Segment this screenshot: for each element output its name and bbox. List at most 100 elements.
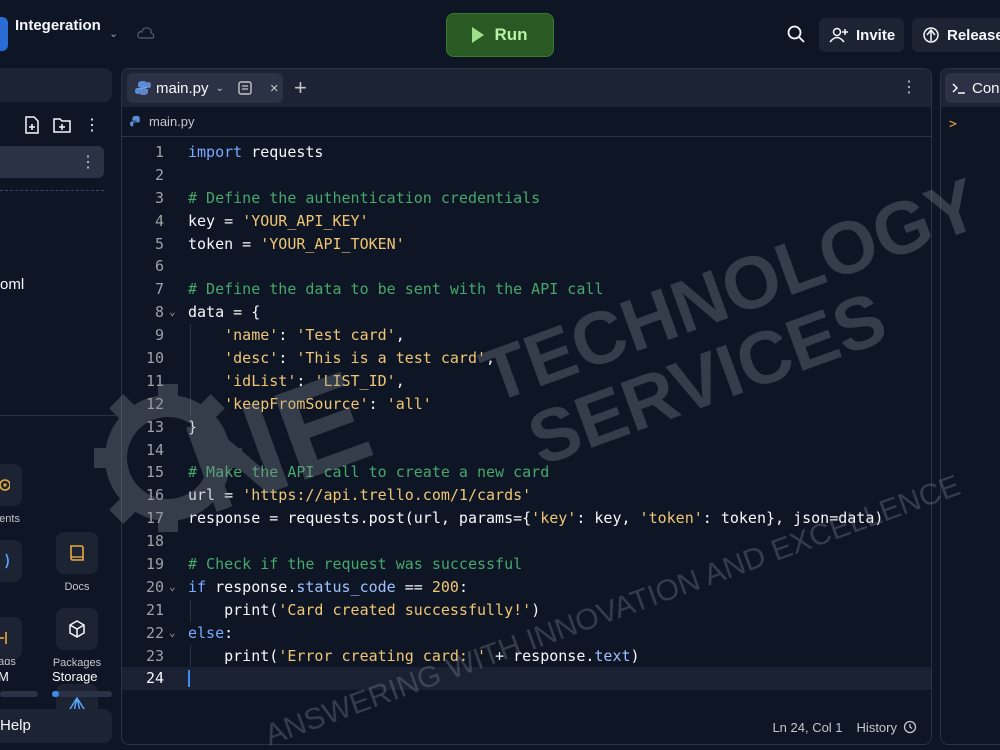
code-line[interactable]: 10 'desc': 'This is a test card', — [122, 347, 931, 370]
code-text: 'name': 'Test card', — [224, 326, 405, 345]
line-number: 5 — [154, 234, 164, 253]
app-name[interactable]: Integeration — [15, 17, 101, 34]
code-text: 'keepFromSource': 'all' — [224, 394, 432, 413]
code-line[interactable]: 11 'idList': 'LIST_ID', — [122, 369, 931, 393]
help-label: Help — [0, 717, 31, 734]
code-line[interactable]: 23 print('Error creating card: ' + respo… — [122, 644, 931, 668]
close-icon[interactable]: × — [270, 80, 279, 97]
code-area[interactable]: 1 import requests 2 3 # Define the authentic… — [122, 141, 931, 691]
code-line[interactable]: 3 # Define the authentication credentials — [122, 187, 931, 210]
console-tab-bar: Cons — [941, 69, 1000, 107]
divider — [0, 415, 116, 416]
code-line[interactable]: 24 — [122, 667, 931, 691]
divider — [0, 190, 104, 191]
more-icon[interactable]: ⋮ — [901, 77, 917, 97]
code-text: print('Error creating card: ' + response… — [188, 646, 640, 665]
add-tab-icon[interactable]: + — [294, 75, 307, 101]
file-options-icon[interactable]: ⋮ — [80, 152, 96, 172]
selected-file-row[interactable]: ⋮ — [0, 146, 104, 178]
code-line[interactable]: 12 'keepFromSource': 'all' — [122, 392, 931, 416]
new-folder-icon[interactable] — [53, 117, 71, 133]
console-tab-label: Cons — [972, 79, 1000, 97]
code-line[interactable]: 15 # Make the API call to create a new ca… — [122, 461, 931, 484]
fold-chevron-icon[interactable]: ⌄ — [169, 576, 176, 599]
line-number: 17 — [145, 509, 164, 528]
fold-chevron-icon[interactable]: ⌄ — [169, 622, 176, 645]
code-line[interactable]: 19 # Check if the request was successful — [122, 553, 931, 576]
code-line[interactable]: 9 'name': 'Test card', — [122, 324, 931, 348]
deploy-icon — [923, 27, 939, 43]
code-line[interactable]: 20 ⌄ if response.status_code == 200: — [122, 576, 931, 599]
code-line[interactable]: 4 key = 'YOUR_API_KEY' — [122, 210, 931, 233]
code-line[interactable]: 6 — [122, 255, 931, 278]
threads-icon — [5, 553, 9, 569]
code-line[interactable]: 17 response = requests.post(url, params={… — [122, 507, 931, 530]
code-text: # Make the API call to create a new card — [188, 463, 550, 482]
sidebar-search[interactable] — [0, 68, 112, 102]
chevron-down-icon[interactable]: ⌄ — [109, 27, 118, 40]
code-line[interactable]: 21 print('Card created successfully!') — [122, 598, 931, 622]
tool-docs[interactable] — [56, 532, 98, 574]
python-icon — [130, 115, 140, 127]
breadcrumb-file[interactable]: main.py — [149, 114, 195, 129]
document-icon[interactable] — [237, 80, 253, 96]
help-button[interactable]: Help — [0, 709, 112, 743]
line-number: 7 — [154, 280, 164, 299]
cursor-position[interactable]: Ln 24, Col 1 — [772, 720, 842, 735]
more-icon[interactable]: ⋮ — [84, 115, 100, 135]
line-number: 14 — [145, 440, 164, 459]
code-line[interactable]: 22 ⌄ else: — [122, 622, 931, 645]
app-icon[interactable] — [0, 17, 8, 51]
add-user-icon — [829, 27, 848, 43]
line-number: 10 — [145, 349, 164, 368]
line-number: 21 — [145, 600, 164, 619]
code-line[interactable]: 7 # Define the data to be sent with the A… — [122, 278, 931, 301]
code-text: key = 'YOUR_API_KEY' — [188, 211, 369, 230]
code-text: if response.status_code == 200: — [188, 577, 468, 596]
packages-icon — [69, 620, 85, 638]
play-icon — [472, 27, 485, 43]
tab-console[interactable]: Cons — [945, 73, 1000, 103]
chevron-down-icon[interactable]: ⌄ — [216, 83, 224, 94]
line-number: 19 — [145, 555, 164, 574]
tool-ram[interactable] — [0, 617, 22, 659]
new-file-icon[interactable] — [24, 116, 40, 134]
tool-packages[interactable] — [56, 608, 98, 650]
console-prompt[interactable]: > — [949, 117, 957, 132]
code-text: 'desc': 'This is a test card', — [224, 349, 496, 368]
line-number: 12 — [145, 394, 164, 413]
history-button[interactable]: History — [857, 720, 917, 735]
tool-threads[interactable] — [0, 540, 22, 582]
code-line[interactable]: 13} — [122, 416, 931, 439]
ram-icon — [0, 632, 7, 644]
code-line[interactable]: 2 — [122, 164, 931, 187]
text-cursor — [188, 670, 190, 688]
tool-secrets[interactable] — [0, 464, 22, 506]
code-line[interactable]: 5 token = 'YOUR_API_TOKEN' — [122, 233, 931, 256]
code-line[interactable]: 1 import requests — [122, 141, 931, 164]
line-number: 3 — [154, 188, 164, 207]
storage-meter-fill — [52, 691, 60, 697]
release-button[interactable]: Release — [912, 18, 1000, 52]
code-text: } — [188, 417, 198, 436]
code-line[interactable]: 16 url = 'https://api.trello.com/1/cards' — [122, 484, 931, 507]
code-text: # Define the authentication credentials — [188, 188, 541, 207]
file-item[interactable]: oml — [0, 276, 24, 293]
fold-chevron-icon[interactable]: ⌄ — [169, 301, 176, 324]
code-text: import requests — [188, 143, 324, 161]
code-line[interactable]: 14 — [122, 439, 931, 462]
line-number: 18 — [145, 532, 164, 551]
code-text: data = { — [188, 303, 261, 322]
code-text: response = requests.post(url, params={'k… — [188, 509, 884, 528]
tab-main-py[interactable]: main.py ⌄ × — [127, 73, 283, 103]
code-text: url = 'https://api.trello.com/1/cards' — [188, 486, 532, 505]
line-number: 24 — [145, 669, 164, 688]
search-icon[interactable] — [786, 24, 806, 44]
code-line[interactable]: 18 — [122, 530, 931, 553]
line-number: 15 — [145, 463, 164, 482]
invite-button[interactable]: Invite — [819, 18, 904, 52]
code-line[interactable]: 8 ⌄ data = { — [122, 301, 931, 324]
tab-label: main.py — [156, 79, 209, 97]
run-button[interactable]: Run — [446, 13, 554, 57]
breadcrumb: main.py — [122, 107, 931, 137]
